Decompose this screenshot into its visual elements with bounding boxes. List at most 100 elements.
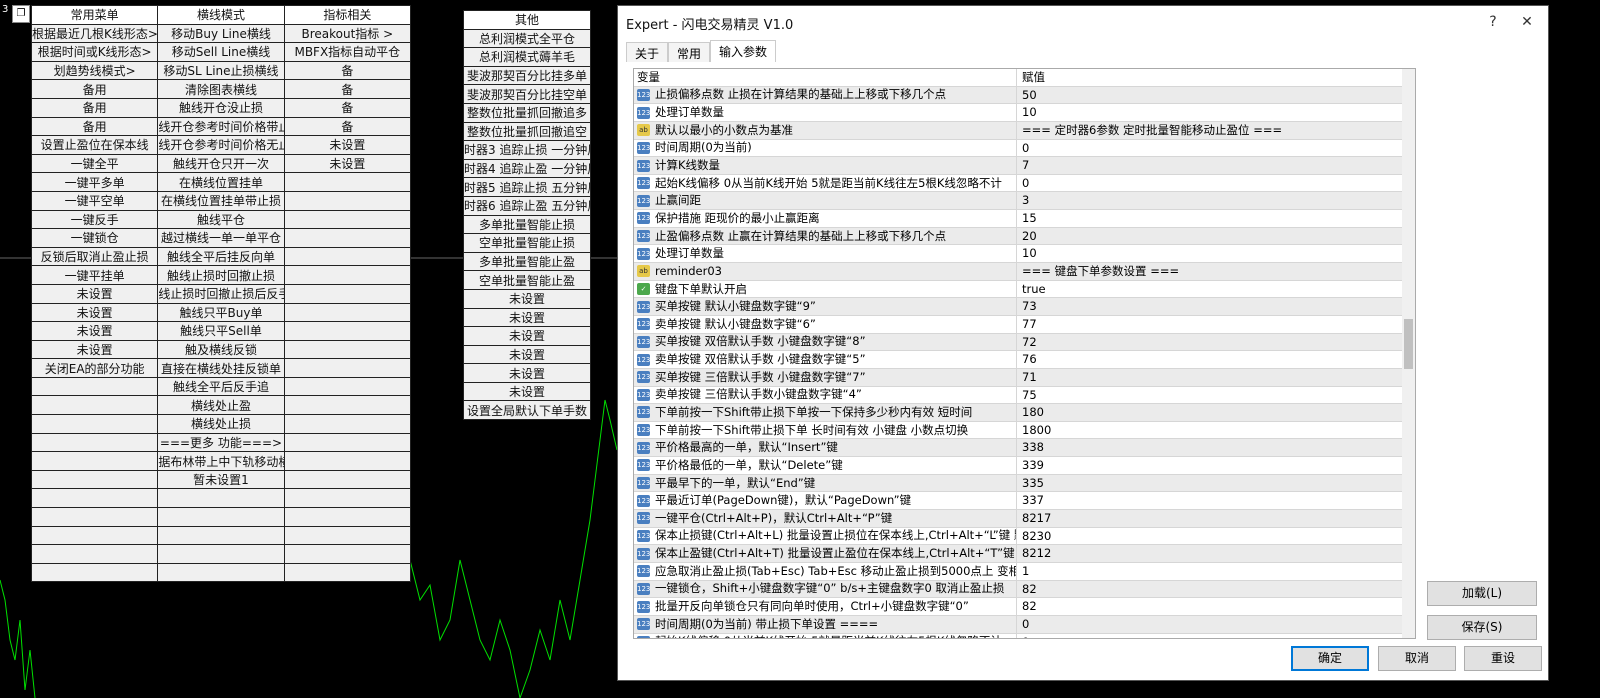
menu-button[interactable]: [30, 414, 159, 434]
menu-button[interactable]: [30, 451, 159, 471]
menu-button[interactable]: [283, 228, 412, 248]
param-row[interactable]: 123 卖单按键 默认小键盘数字键“6” 77: [634, 315, 1415, 334]
menu-button[interactable]: 一键平挂单: [30, 265, 159, 285]
menu-button[interactable]: [283, 302, 412, 323]
param-value[interactable]: === 定时器6参数 定时批量智能移动止盈位 ===: [1017, 122, 1415, 139]
menu-button[interactable]: 在横线位置挂单: [157, 172, 285, 192]
menu-button[interactable]: [283, 395, 412, 416]
menu-button[interactable]: 时器4 追踪止盈 一分钟周: [463, 158, 591, 179]
menu-button[interactable]: [283, 544, 412, 564]
param-row[interactable]: 123 应急取消止盈止损(Tab+Esc) Tab+Esc 移动止盈止损到5000…: [634, 562, 1415, 581]
menu-button[interactable]: 整数位批量抓回撤追空: [463, 121, 591, 142]
close-button[interactable]: ✕: [1512, 10, 1542, 34]
menu-button[interactable]: 未设置: [463, 381, 591, 402]
menu-button[interactable]: [157, 507, 285, 527]
menu-button[interactable]: 触线平仓: [157, 209, 285, 230]
param-row[interactable]: 123 卖单按键 三倍默认手数小键盘数字键“4” 75: [634, 386, 1415, 405]
menu-button[interactable]: [30, 376, 159, 397]
param-row[interactable]: 123 平最近订单(PageDown键)，默认“PageDown”键 337: [634, 492, 1415, 511]
menu-button[interactable]: [283, 562, 412, 583]
param-row[interactable]: 123 处理订单数量 10: [634, 245, 1415, 264]
param-value[interactable]: 15: [1017, 210, 1415, 227]
menu-button[interactable]: 备: [283, 79, 412, 99]
param-value[interactable]: 73: [1017, 298, 1415, 315]
menu-button[interactable]: [283, 507, 412, 527]
menu-button[interactable]: 未设置: [283, 135, 412, 155]
param-row[interactable]: 123 一键平仓(Ctrl+Alt+P)，默认Ctrl+Alt+“P”键 8217: [634, 510, 1415, 528]
menu-button[interactable]: Breakout指标 >: [283, 23, 412, 44]
param-row[interactable]: 123 时间周期(0为当前) 带止损下单设置 ==== 0: [634, 615, 1415, 634]
load-button[interactable]: 加载(L): [1427, 581, 1537, 606]
menu-button[interactable]: 总利润模式全平仓: [463, 28, 591, 49]
param-value[interactable]: 71: [1017, 369, 1415, 386]
param-value[interactable]: true: [1017, 281, 1415, 298]
menu-button[interactable]: [157, 525, 285, 546]
param-value[interactable]: 77: [1017, 316, 1415, 333]
menu-button[interactable]: 横线处止盈: [157, 395, 285, 416]
menu-button[interactable]: 越过横线一单一单平仓: [157, 228, 285, 248]
menu-button[interactable]: 根据时间或K线形态>: [30, 42, 159, 62]
restore-window-icon[interactable]: ❐: [12, 5, 30, 23]
menu-button[interactable]: [283, 358, 412, 378]
param-value[interactable]: 10: [1017, 245, 1415, 262]
menu-button[interactable]: 移动SL Line止损横线: [157, 60, 285, 81]
param-value[interactable]: === 键盘下单参数设置 ===: [1017, 263, 1415, 280]
menu-button[interactable]: 移动Sell Line横线: [157, 42, 285, 62]
param-row[interactable]: 123 计算K线数量 7: [634, 157, 1415, 175]
menu-button[interactable]: [157, 544, 285, 564]
param-value[interactable]: 50: [1017, 87, 1415, 104]
param-row[interactable]: 123 平价格最低的一单，默认“Delete”键 339: [634, 457, 1415, 475]
menu-button[interactable]: [283, 283, 412, 304]
menu-button[interactable]: 触线止损时回撤止损: [157, 265, 285, 285]
menu-button[interactable]: 一键全平: [30, 153, 159, 174]
param-row[interactable]: 123 下单前按一下Shift带止损下单按一下保持多少秒内有效 短时间 180: [634, 404, 1415, 422]
param-row[interactable]: ✓ 键盘下单默认开启 true: [634, 280, 1415, 299]
menu-button[interactable]: [157, 488, 285, 509]
menu-button[interactable]: 时器5 追踪止损 五分钟周: [463, 177, 591, 197]
menu-button[interactable]: 备: [283, 97, 412, 118]
param-value[interactable]: 7: [1017, 157, 1415, 174]
menu-button[interactable]: 未设置: [463, 344, 591, 365]
menu-button[interactable]: 触线只平Sell单: [157, 321, 285, 341]
param-value[interactable]: 338: [1017, 439, 1415, 456]
menu-button[interactable]: [30, 544, 159, 564]
param-value[interactable]: 75: [1017, 387, 1415, 404]
menu-button[interactable]: [283, 525, 412, 546]
tab-about[interactable]: 关于: [626, 42, 669, 62]
menu-button[interactable]: 备用: [30, 116, 159, 137]
menu-button[interactable]: 暂未设置1: [157, 469, 285, 490]
tab-common[interactable]: 常用: [668, 42, 711, 62]
param-row[interactable]: 123 下单前按一下Shift带止损下单 长时间有效 小键盘 小数点切换 1800: [634, 421, 1415, 440]
menu-button[interactable]: 多单批量智能止损: [463, 214, 591, 235]
menu-button[interactable]: [30, 469, 159, 490]
param-value[interactable]: 8212: [1017, 545, 1415, 562]
menu-button[interactable]: 斐波那契百分比挂空单: [463, 84, 591, 104]
param-row[interactable]: ab reminder03 === 键盘下单参数设置 ===: [634, 263, 1415, 281]
menu-button[interactable]: 设置止盈位在保本线: [30, 135, 159, 155]
menu-button[interactable]: 未设置: [463, 363, 591, 383]
tab-inputs[interactable]: 输入参数: [710, 40, 777, 62]
menu-button[interactable]: 在横线位置挂单带止损: [157, 190, 285, 211]
menu-button[interactable]: 触线只平Buy单: [157, 302, 285, 323]
menu-button[interactable]: [283, 321, 412, 341]
param-row[interactable]: 123 保本止盈键(Ctrl+Alt+T) 批量设置止盈位在保本线上,Ctrl+A…: [634, 545, 1415, 563]
menu-button[interactable]: 触线全平后挂反向单: [157, 246, 285, 267]
reset-button[interactable]: 重设: [1464, 646, 1542, 671]
menu-button[interactable]: 多单批量智能止盈: [463, 251, 591, 272]
param-value[interactable]: 72: [1017, 334, 1415, 351]
param-value[interactable]: 8230: [1017, 528, 1415, 545]
cancel-button[interactable]: 取消: [1378, 646, 1456, 671]
menu-button[interactable]: 触线开仓只开一次: [157, 153, 285, 174]
param-row[interactable]: 123 时间周期(0为当前) 0: [634, 139, 1415, 158]
menu-button[interactable]: [283, 414, 412, 434]
param-value[interactable]: 1800: [1017, 422, 1415, 439]
param-value[interactable]: 337: [1017, 492, 1415, 509]
param-row[interactable]: 123 一键锁仓，Shift+小键盘数字键“0” b/s+主键盘数字0 取消止盈止…: [634, 580, 1415, 599]
menu-button[interactable]: 时器3 追踪止损 一分钟周: [463, 140, 591, 160]
param-row[interactable]: 123 平价格最高的一单，默认“Insert”键 338: [634, 439, 1415, 458]
menu-button[interactable]: 未设置: [30, 302, 159, 323]
param-row[interactable]: 123 买单按键 三倍默认手数 小键盘数字键“7” 71: [634, 368, 1415, 387]
scroll-thumb[interactable]: [1404, 319, 1413, 369]
param-value[interactable]: 180: [1017, 404, 1415, 421]
param-row[interactable]: 123 保护措施 距现价的最小止赢距离 15: [634, 210, 1415, 228]
